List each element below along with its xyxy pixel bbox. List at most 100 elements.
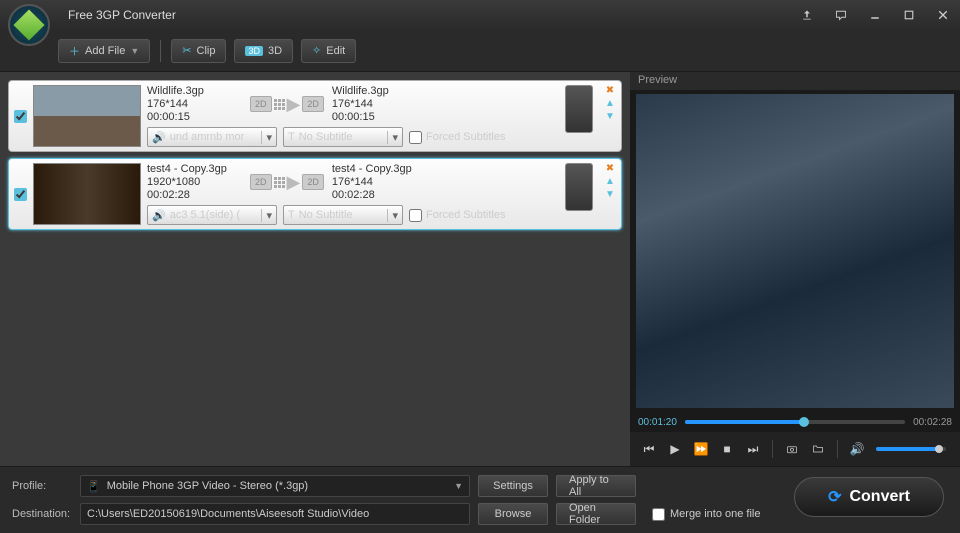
refresh-icon: ⟳ [828,487,841,507]
dest-res: 176*144 [332,176,427,188]
minimize-icon[interactable] [866,6,884,24]
3d-icon: 3D [245,46,263,56]
chevron-down-icon: ▾ [387,131,398,144]
subtitle-icon: T [288,209,295,221]
chevron-down-icon: ▾ [387,209,398,222]
device-icon[interactable] [565,85,593,133]
speaker-icon: 🔊 [152,209,166,222]
player-controls: ⏮ ▶ ⏩ ■ ⏭ 🔊 [630,432,960,466]
move-up-icon[interactable]: ▲ [605,98,615,109]
thumbnail [33,85,141,147]
source-info: test4 - Copy.3gp 1920*1080 00:02:28 [147,163,242,201]
volume-icon[interactable]: 🔊 [846,438,868,460]
dest-name: Wildlife.3gp [332,85,427,97]
dest-info: test4 - Copy.3gp 176*144 00:02:28 [332,163,427,201]
merge-checkbox[interactable]: Merge into one file [652,508,761,521]
source-dur: 00:00:15 [147,111,242,123]
3d-button[interactable]: 3D 3D [234,39,293,63]
profile-dropdown[interactable]: 📱 Mobile Phone 3GP Video - Stereo (*.3gp… [80,475,470,497]
add-icon: ＋ [69,43,80,59]
app-title: Free 3GP Converter [68,8,782,22]
scissors-icon: ✂ [182,44,191,57]
move-up-icon[interactable]: ▲ [605,176,615,187]
folder-button[interactable] [807,438,829,460]
feedback-icon[interactable] [832,6,850,24]
total-time: 00:02:28 [913,417,952,428]
speaker-icon: 🔊 [152,131,166,144]
3d-label: 3D [268,45,282,57]
source-info: Wildlife.3gp 176*144 00:00:15 [147,85,242,123]
dest-dur: 00:02:28 [332,189,427,201]
forced-label: Forced Subtitles [426,209,505,221]
volume-slider[interactable] [876,447,946,451]
edit-icon: ✧ [312,44,321,57]
thumbnail [33,163,141,225]
2d-badge: 2D [250,96,272,112]
conversion-arrow: 2D ▶ 2D [250,172,324,193]
close-icon[interactable] [934,6,952,24]
move-down-icon[interactable]: ▼ [605,111,615,122]
prev-button[interactable]: ⏮ [638,438,660,460]
device-icon[interactable] [565,163,593,211]
apply-all-button[interactable]: Apply to All [556,475,636,497]
preview-label: Preview [630,72,960,90]
dest-dur: 00:00:15 [332,111,427,123]
dest-name: test4 - Copy.3gp [332,163,427,175]
2d-badge: 2D [250,174,272,190]
source-res: 176*144 [147,98,242,110]
time-bar: 00:01:20 00:02:28 [630,412,960,432]
profile-label: Profile: [12,480,72,492]
clip-button[interactable]: ✂ Clip [171,39,226,63]
add-file-label: Add File [85,45,125,57]
fastfwd-button[interactable]: ⏩ [690,438,712,460]
play-button[interactable]: ▶ [664,438,686,460]
subtitle-dropdown[interactable]: T No Subtitle ▾ [283,205,403,225]
stop-button[interactable]: ■ [716,438,738,460]
body: Wildlife.3gp 176*144 00:00:15 2D ▶ 2D Wi… [0,72,960,466]
remove-item-icon[interactable]: ✖ [606,85,614,96]
forced-subtitles-checkbox[interactable]: Forced Subtitles [409,209,505,222]
titlebar: Free 3GP Converter [0,0,960,30]
convert-button[interactable]: ⟳ Convert [794,477,944,517]
convert-label: Convert [849,488,909,506]
destination-input[interactable]: C:\Users\ED20150619\Documents\Aiseesoft … [80,503,470,525]
edit-button[interactable]: ✧ Edit [301,39,356,63]
dest-res: 176*144 [332,98,427,110]
forced-subtitles-checkbox[interactable]: Forced Subtitles [409,131,505,144]
forced-label: Forced Subtitles [426,131,505,143]
app-logo [8,4,50,46]
snapshot-button[interactable] [781,438,803,460]
settings-button[interactable]: Settings [478,475,548,497]
list-item[interactable]: test4 - Copy.3gp 1920*1080 00:02:28 2D ▶… [8,158,622,230]
subtitle-value: No Subtitle [299,131,353,143]
list-item[interactable]: Wildlife.3gp 176*144 00:00:15 2D ▶ 2D Wi… [8,80,622,152]
preview-area[interactable] [636,94,954,408]
subtitle-dropdown[interactable]: T No Subtitle ▾ [283,127,403,147]
next-button[interactable]: ⏭ [742,438,764,460]
file-list: Wildlife.3gp 176*144 00:00:15 2D ▶ 2D Wi… [0,72,630,466]
maximize-icon[interactable] [900,6,918,24]
profile-value: Mobile Phone 3GP Video - Stereo (*.3gp) [107,480,308,492]
chevron-down-icon: ▼ [454,481,463,491]
chevron-down-icon: ▾ [261,131,272,144]
audio-dropdown[interactable]: 🔊 und amrnb mor ▾ [147,127,277,147]
subtitle-value: No Subtitle [299,209,353,221]
arrow-icon: ▶ [287,172,301,193]
merge-label: Merge into one file [670,508,761,520]
browse-button[interactable]: Browse [478,503,548,525]
current-time: 00:01:20 [638,417,677,428]
item-checkbox[interactable] [13,85,27,147]
open-folder-button[interactable]: Open Folder [556,503,636,525]
remove-item-icon[interactable]: ✖ [606,163,614,174]
upload-icon[interactable] [798,6,816,24]
subtitle-icon: T [288,131,295,143]
bottom-panel: Profile: 📱 Mobile Phone 3GP Video - Ster… [0,466,960,533]
seek-slider[interactable] [685,420,905,424]
2d-badge: 2D [302,96,324,112]
add-file-button[interactable]: ＋ Add File ▼ [58,39,150,63]
destination-value: C:\Users\ED20150619\Documents\Aiseesoft … [87,508,369,520]
audio-dropdown[interactable]: 🔊 ac3 5.1(side) ( ▾ [147,205,277,225]
destination-label: Destination: [12,508,72,520]
item-checkbox[interactable] [13,163,27,225]
move-down-icon[interactable]: ▼ [605,189,615,200]
